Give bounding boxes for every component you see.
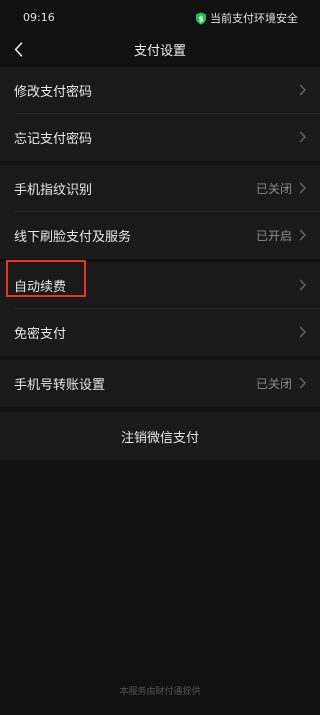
menu-item-label: 手机指纹识别	[14, 183, 93, 198]
page-title: 支付设置	[133, 44, 186, 59]
menu-item-forgot-password[interactable]: 忘记支付密码	[0, 114, 320, 161]
menu-item-change-password[interactable]: 修改支付密码	[0, 67, 320, 114]
biometric-group: 手机指纹识别 已关闭 线下刷脸支付及服务 已开启	[0, 165, 320, 259]
menu-item-password-free[interactable]: 免密支付	[0, 309, 320, 356]
shield-icon: $	[196, 12, 206, 24]
status-value: 已关闭	[255, 182, 292, 196]
status-time: 09:16	[23, 11, 55, 24]
deregister-label: 注销微信支付	[120, 431, 199, 446]
menu-item-label: 忘记支付密码	[14, 132, 93, 147]
chevron-right-icon	[299, 131, 306, 143]
chevron-right-icon	[299, 182, 306, 194]
highlight-box	[6, 260, 86, 297]
menu-item-label: 手机号转账设置	[14, 378, 106, 393]
deregister-button[interactable]: 注销微信支付	[0, 412, 320, 460]
menu-item-fingerprint[interactable]: 手机指纹识别 已关闭	[0, 165, 320, 212]
status-bar: 09:16 $ 当前支付环境安全	[0, 0, 320, 36]
status-value: 已开启	[255, 229, 292, 243]
footer-text: 本服务由财付通提供	[119, 687, 201, 697]
status-value: 已关闭	[255, 377, 292, 391]
transfer-group: 手机号转账设置 已关闭	[0, 360, 320, 407]
security-text: 当前支付环境安全	[210, 12, 298, 25]
svg-text:$: $	[198, 14, 203, 23]
chevron-right-icon	[299, 377, 306, 389]
menu-item-label: 线下刷脸支付及服务	[14, 230, 132, 245]
password-group: 修改支付密码 忘记支付密码	[0, 67, 320, 161]
menu-item-label: 免密支付	[14, 327, 67, 342]
nav-bar: 支付设置	[0, 36, 320, 64]
chevron-right-icon	[299, 326, 306, 338]
chevron-right-icon	[299, 229, 306, 241]
menu-item-label: 修改支付密码	[14, 85, 93, 100]
chevron-right-icon	[299, 279, 306, 291]
security-indicator: $ 当前支付环境安全	[195, 10, 298, 26]
menu-item-face-pay[interactable]: 线下刷脸支付及服务 已开启	[0, 212, 320, 259]
menu-item-phone-transfer[interactable]: 手机号转账设置 已关闭	[0, 360, 320, 407]
chevron-right-icon	[299, 84, 306, 96]
